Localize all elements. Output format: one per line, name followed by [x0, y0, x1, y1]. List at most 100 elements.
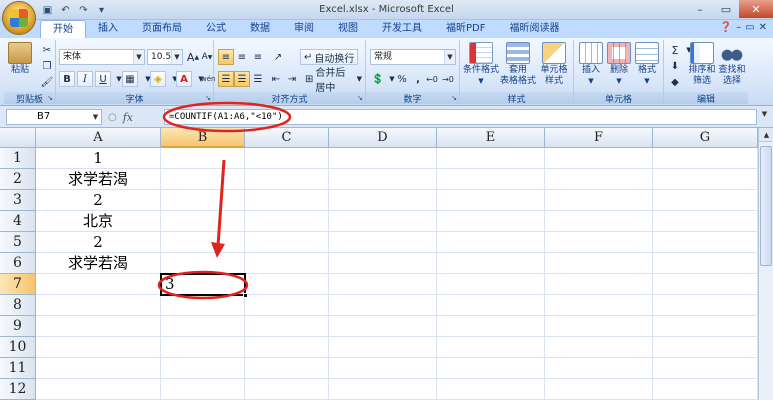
grid-cell[interactable] — [545, 337, 653, 358]
tab-home[interactable]: 开始 — [40, 20, 86, 38]
grid-cell[interactable] — [653, 232, 758, 253]
grid-cell[interactable] — [161, 148, 245, 169]
number-format-select[interactable]: 常规 ▼ — [370, 49, 456, 65]
cut-icon[interactable]: ✂ — [39, 42, 55, 58]
align-top-icon[interactable]: ≡ — [218, 49, 234, 65]
align-bottom-icon[interactable]: ≡ — [250, 49, 266, 65]
grid-cell[interactable] — [653, 211, 758, 232]
grid-cell[interactable] — [545, 316, 653, 337]
alignment-launcher-icon[interactable]: ↘ — [357, 94, 363, 102]
grid-cell[interactable] — [245, 358, 329, 379]
formula-expand-icon[interactable]: ▼ — [759, 110, 770, 124]
grid-cell[interactable] — [653, 148, 758, 169]
close-button[interactable]: ✕ — [739, 0, 773, 18]
name-box[interactable]: B7 ▼ — [6, 109, 102, 125]
grid-cell[interactable] — [545, 148, 653, 169]
grid-cell[interactable] — [245, 232, 329, 253]
copy-icon[interactable]: ❐ — [39, 58, 55, 74]
grid-cell[interactable] — [545, 274, 653, 295]
tab-data[interactable]: 数据 — [238, 20, 282, 38]
grid-cell[interactable] — [437, 253, 545, 274]
cell-a1[interactable]: 1 — [36, 148, 161, 169]
font-size-select[interactable]: 10.5 ▼ — [147, 49, 183, 65]
row-header-11[interactable]: 11 — [0, 358, 36, 379]
grid-cell[interactable] — [329, 337, 437, 358]
grid-cell[interactable] — [653, 253, 758, 274]
row-header-9[interactable]: 9 — [0, 316, 36, 337]
row-header-3[interactable]: 3 — [0, 190, 36, 211]
grid-cell[interactable] — [437, 316, 545, 337]
grid-cell[interactable] — [161, 295, 245, 316]
grid-cell[interactable] — [437, 169, 545, 190]
ribbon-minimize-icon[interactable]: – — [736, 22, 741, 33]
clipboard-launcher-icon[interactable]: ↘ — [47, 94, 53, 102]
column-header-f[interactable]: F — [545, 128, 653, 148]
conditional-format-button[interactable]: 条件格式 ▼ — [462, 42, 500, 87]
grid-cell[interactable] — [545, 211, 653, 232]
row-header-12[interactable]: 12 — [0, 379, 36, 400]
grid-cell[interactable] — [437, 295, 545, 316]
grid-cell[interactable] — [329, 379, 437, 400]
grid-cell[interactable] — [36, 379, 161, 400]
decrease-indent-icon[interactable]: ⇤ — [268, 71, 284, 87]
grid-cell[interactable] — [545, 379, 653, 400]
maximize-button[interactable]: ▭ — [713, 0, 739, 18]
grid-cell[interactable] — [161, 358, 245, 379]
grid-cell[interactable] — [653, 190, 758, 211]
grid-cell[interactable] — [653, 337, 758, 358]
grid-cell[interactable] — [545, 295, 653, 316]
grid-cell[interactable] — [329, 232, 437, 253]
grid-cell[interactable] — [245, 253, 329, 274]
grid-cell[interactable] — [161, 211, 245, 232]
align-right-icon[interactable]: ☰ — [250, 71, 266, 87]
insert-function-button[interactable]: fx — [123, 111, 133, 124]
grid-cell[interactable] — [245, 316, 329, 337]
grid-cell[interactable] — [545, 232, 653, 253]
bold-button[interactable]: B — [59, 71, 75, 87]
insert-cells-button[interactable]: 插入 ▼ — [578, 42, 604, 87]
column-header-d[interactable]: D — [329, 128, 437, 148]
align-center-icon[interactable]: ☰ — [234, 71, 250, 87]
column-header-b[interactable]: B — [161, 128, 245, 148]
grid-cell[interactable] — [653, 169, 758, 190]
orientation-icon[interactable]: ↗ — [270, 49, 286, 65]
grid-cell[interactable] — [545, 358, 653, 379]
row-header-4[interactable]: 4 — [0, 211, 36, 232]
row-header-7[interactable]: 7 — [0, 274, 36, 295]
grid-cell[interactable] — [36, 274, 161, 295]
format-painter-icon[interactable]: 🖌 — [39, 74, 55, 90]
scroll-up-icon[interactable]: ▲ — [759, 128, 773, 142]
help-icon[interactable]: ❓ — [720, 22, 732, 33]
workbook-close-icon[interactable]: ✕ — [759, 22, 767, 33]
paste-button[interactable]: 粘贴 — [8, 42, 32, 76]
percent-button[interactable]: % — [394, 71, 410, 87]
grid-cell[interactable] — [437, 232, 545, 253]
column-header-g[interactable]: G — [653, 128, 758, 148]
grid-cell[interactable] — [329, 169, 437, 190]
underline-button[interactable]: U — [95, 71, 111, 87]
grid-cell[interactable] — [161, 169, 245, 190]
row-header-1[interactable]: 1 — [0, 148, 36, 169]
grid-cell[interactable] — [437, 274, 545, 295]
cell-a4[interactable]: 北京 — [36, 211, 161, 232]
sort-filter-button[interactable]: 排序和 筛选 — [688, 42, 716, 87]
cell-a5[interactable]: 2 — [36, 232, 161, 253]
grid-cell[interactable] — [161, 232, 245, 253]
tab-foxit-pdf[interactable]: 福昕PDF — [434, 20, 497, 38]
office-button[interactable] — [2, 1, 36, 35]
row-header-2[interactable]: 2 — [0, 169, 36, 190]
grid-cell[interactable] — [36, 316, 161, 337]
tab-review[interactable]: 审阅 — [282, 20, 326, 38]
grid-cell[interactable] — [245, 379, 329, 400]
grid-cell[interactable] — [437, 190, 545, 211]
grid-cell[interactable] — [36, 295, 161, 316]
border-icon[interactable]: ▦ — [122, 71, 138, 87]
fill-color-icon[interactable]: ◈ — [150, 71, 166, 87]
font-launcher-icon[interactable]: ↘ — [205, 94, 211, 102]
formula-input[interactable]: =COUNTIF(A1:A6,"<10") — [164, 109, 757, 125]
column-header-c[interactable]: C — [245, 128, 329, 148]
tab-view[interactable]: 视图 — [326, 20, 370, 38]
grid-cell[interactable] — [329, 295, 437, 316]
grid-cell[interactable] — [245, 190, 329, 211]
grid-cell[interactable] — [545, 169, 653, 190]
